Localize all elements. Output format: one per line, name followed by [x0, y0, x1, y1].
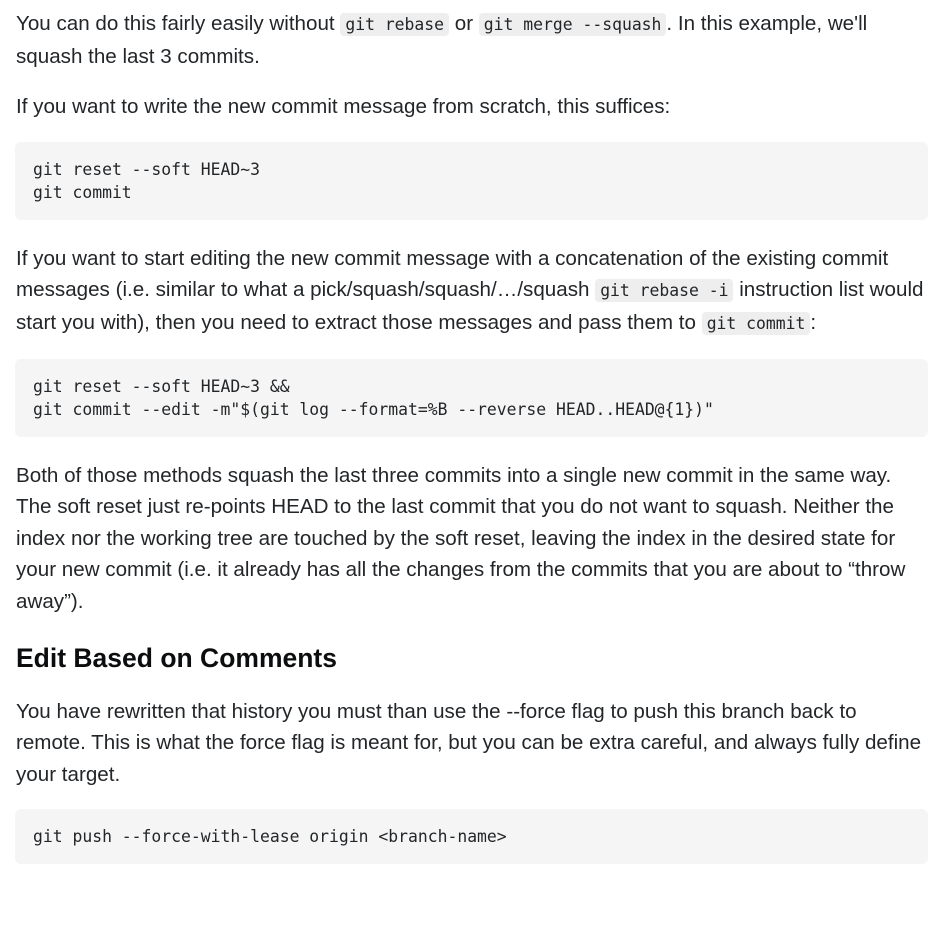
code-block-reset-commit[interactable]: git reset --soft HEAD~3 git commit [15, 141, 928, 220]
code-line: git reset --soft HEAD~3 && [33, 376, 290, 396]
intro-paragraph: You can do this fairly easily without gi… [16, 8, 928, 72]
intro-text-2: or [449, 12, 479, 35]
section-heading: Edit Based on Comments [16, 642, 337, 673]
code-line: git commit [33, 182, 132, 202]
edit-paragraph: If you want to start editing the new com… [16, 243, 928, 340]
edit-text-3: : [810, 310, 817, 334]
code-line: git reset --soft HEAD~3 [33, 159, 260, 179]
inline-code-git-commit: git commit [701, 311, 811, 335]
inline-code-git-merge-squash: git merge --squash [478, 13, 667, 36]
code-line: git commit --edit -m"$(git log --format=… [33, 399, 714, 419]
intro-text-1: You can do this fairly easily without [16, 12, 341, 35]
inline-code-git-rebase-i: git rebase -i [595, 279, 734, 303]
code-block-reset-edit[interactable]: git reset --soft HEAD~3 && git commit --… [15, 358, 928, 437]
answer-body: You can do this fairly easily without gi… [0, 0, 933, 865]
inline-code-git-rebase: git rebase [340, 13, 450, 36]
scratch-paragraph: If you want to write the new commit mess… [16, 95, 671, 119]
code-line: git push --force-with-lease origin <bran… [33, 827, 507, 847]
both-methods-paragraph: Both of those methods squash the last th… [16, 463, 906, 613]
force-paragraph: You have rewritten that history you must… [16, 699, 922, 786]
code-block-push[interactable]: git push --force-with-lease origin <bran… [15, 809, 928, 865]
